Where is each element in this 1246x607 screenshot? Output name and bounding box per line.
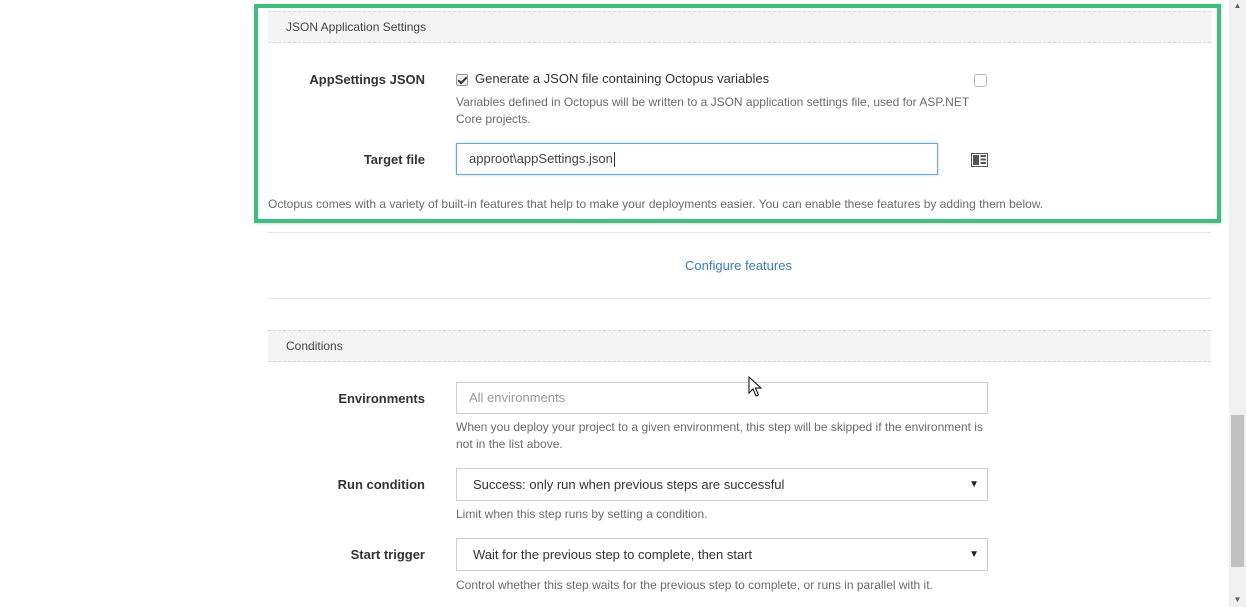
dropdown-arrow-icon: ▼ (969, 479, 979, 490)
conditions-header: Conditions (268, 330, 1211, 362)
run-condition-help: Limit when this step runs by setting a c… (456, 507, 708, 521)
secondary-checkbox[interactable] (974, 74, 987, 87)
dropdown-arrow-icon: ▼ (969, 549, 979, 560)
environments-input[interactable]: All environments (456, 382, 988, 414)
start-trigger-select[interactable]: Wait for the previous step to complete, … (456, 538, 988, 571)
environments-placeholder: All environments (469, 390, 566, 405)
mouse-pointer-icon (748, 376, 762, 397)
target-file-label: Target file (363, 152, 425, 167)
run-condition-value: Success: only run when previous steps ar… (473, 477, 785, 492)
json-settings-header: JSON Application Settings (268, 11, 1211, 43)
scrollbar-thumb[interactable] (1231, 415, 1244, 567)
scroll-up-icon[interactable]: ▲ (1231, 0, 1244, 12)
features-divider-bottom (268, 298, 1211, 299)
features-note: Octopus comes with a variety of built-in… (268, 197, 1044, 211)
environments-help: When you deploy your project to a given … (456, 420, 983, 451)
start-trigger-value: Wait for the previous step to complete, … (473, 547, 753, 562)
appsettings-json-checkbox[interactable] (456, 74, 468, 86)
appsettings-json-help: Variables defined in Octopus will be wri… (456, 95, 969, 126)
appsettings-json-checkbox-label[interactable]: Generate a JSON file containing Octopus … (475, 71, 769, 86)
start-trigger-help: Control whether this step waits for the … (456, 578, 933, 592)
target-file-value: approot\appSettings.json (469, 151, 613, 166)
start-trigger-label: Start trigger (350, 547, 425, 562)
variable-insert-icon[interactable] (971, 153, 988, 167)
scroll-down-icon[interactable]: ▼ (1231, 594, 1244, 606)
text-caret (613, 152, 615, 168)
features-divider-top (268, 232, 1211, 233)
environments-label: Environments (338, 391, 425, 406)
configure-features-link[interactable]: Configure features (685, 258, 792, 273)
appsettings-json-label: AppSettings JSON (309, 72, 425, 87)
run-condition-label: Run condition (337, 477, 425, 492)
run-condition-select[interactable]: Success: only run when previous steps ar… (456, 468, 988, 501)
target-file-input[interactable]: approot\appSettings.json (456, 143, 938, 175)
